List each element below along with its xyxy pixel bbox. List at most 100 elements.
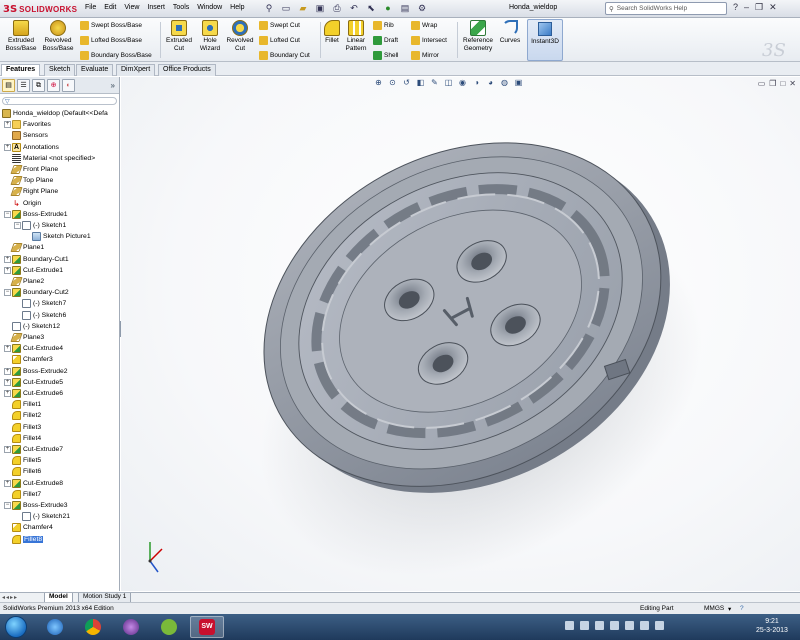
tree-item[interactable]: Chamfer4	[4, 522, 53, 533]
tree-item[interactable]: + Cut-Extrude6	[4, 388, 63, 399]
tree-item[interactable]: (-) Sketch7	[14, 298, 66, 309]
tree-item[interactable]: Fillet3	[4, 422, 41, 433]
tree-item[interactable]: Chamfer3	[4, 354, 53, 365]
tree-item[interactable]: + Cut-Extrude4	[4, 343, 63, 354]
tab-evaluate[interactable]: Evaluate	[76, 64, 114, 76]
rebuild-icon[interactable]: ●	[381, 2, 395, 15]
volume-icon[interactable]	[655, 621, 664, 630]
dimxpertmanager-tab-icon[interactable]: ⊕	[47, 78, 60, 92]
expand-toggle-icon[interactable]: +	[4, 345, 11, 352]
tree-item[interactable]: − Boss-Extrude3	[4, 500, 68, 511]
expand-toggle-icon[interactable]: −	[14, 222, 21, 229]
chrome-icon[interactable]	[76, 616, 110, 638]
rib-button[interactable]: Rib	[373, 21, 394, 30]
minimize-icon[interactable]: –	[744, 2, 749, 13]
expand-panel-icon[interactable]: »	[111, 81, 115, 90]
help-status-icon[interactable]: ?	[740, 605, 744, 612]
solidworks-logo[interactable]: 3S SOLIDWORKS	[3, 3, 77, 15]
curves-button[interactable]: Curves	[497, 20, 523, 45]
tab-office-products[interactable]: Office Products	[158, 64, 216, 76]
expand-toggle-icon[interactable]: −	[4, 502, 11, 509]
boundary-cut-button[interactable]: Boundary Cut	[259, 51, 310, 60]
menu-help[interactable]: Help	[230, 4, 244, 11]
help-icon[interactable]: ?	[733, 2, 738, 13]
mirror-button[interactable]: Mirror	[411, 51, 439, 60]
swept-cut-button[interactable]: Swept Cut	[259, 21, 300, 30]
wrap-button[interactable]: Wrap	[411, 21, 437, 30]
internet-explorer-icon[interactable]	[38, 616, 72, 638]
tray-icon[interactable]	[580, 621, 589, 630]
draft-button[interactable]: Draft	[373, 36, 398, 45]
tree-item[interactable]: − (-) Sketch1	[14, 220, 66, 231]
pin-icon[interactable]: ⚲	[262, 2, 276, 15]
expand-toggle-icon[interactable]: +	[4, 379, 11, 386]
tree-root-part[interactable]: Honda_wieldop (Default<<Defa	[2, 108, 108, 119]
tray-icon[interactable]	[595, 621, 604, 630]
tray-icon[interactable]	[565, 621, 574, 630]
menu-view[interactable]: View	[124, 4, 139, 11]
instant3d-button[interactable]: Instant3D	[527, 19, 563, 61]
reference-geometry-button[interactable]: Reference Geometry	[460, 20, 496, 52]
expand-toggle-icon[interactable]: +	[4, 121, 11, 128]
tree-item[interactable]: − Boss-Extrude1	[4, 209, 68, 220]
extruded-cut-button[interactable]: Extruded Cut	[163, 20, 195, 52]
hole-wizard-button[interactable]: Hole Wizard	[196, 20, 224, 52]
tree-item[interactable]: Front Plane	[4, 164, 58, 175]
expand-toggle-icon[interactable]: +	[4, 446, 11, 453]
tree-filter-input[interactable]: ▽	[2, 97, 117, 105]
tree-item[interactable]: Fillet8	[4, 534, 44, 545]
tree-item[interactable]: + Cut-Extrude5	[4, 377, 63, 388]
boundary-boss-button[interactable]: Boundary Boss/Base	[80, 51, 152, 60]
menu-tools[interactable]: Tools	[173, 4, 189, 11]
swept-boss-button[interactable]: Swept Boss/Base	[80, 21, 142, 30]
tree-item[interactable]: (-) Sketch21	[14, 511, 70, 522]
tree-item[interactable]: + Boss-Extrude2	[4, 366, 68, 377]
tree-item[interactable]: + Boundary-Cut1	[4, 254, 69, 265]
tree-item[interactable]: Right Plane	[4, 186, 58, 197]
media-player-icon[interactable]	[114, 616, 148, 638]
tray-icon[interactable]	[610, 621, 619, 630]
restore-icon[interactable]: ❐	[755, 2, 763, 13]
expand-toggle-icon[interactable]: −	[4, 289, 11, 296]
start-button[interactable]	[5, 616, 27, 638]
tree-item[interactable]: + Favorites	[4, 119, 51, 130]
file-properties-icon[interactable]: ▤	[398, 2, 412, 15]
intersect-button[interactable]: Intersect	[411, 36, 447, 45]
tree-item[interactable]: Sketch Picture1	[24, 231, 91, 242]
help-search-input[interactable]: ⚲ Search SolidWorks Help	[605, 2, 727, 15]
close-icon[interactable]: ✕	[769, 2, 777, 13]
tree-item[interactable]: Plane2	[4, 276, 44, 287]
tree-item[interactable]: Sensors	[4, 130, 48, 141]
tab-scroll-arrows-icon[interactable]: ◂◂▸▸	[2, 594, 18, 601]
linear-pattern-button[interactable]: Linear Pattern	[342, 20, 370, 52]
network-icon[interactable]	[640, 621, 649, 630]
tree-item[interactable]: Fillet7	[4, 489, 41, 500]
tree-item[interactable]: ↳ Origin	[4, 198, 41, 209]
select-icon[interactable]: ⬉	[364, 2, 378, 15]
expand-toggle-icon[interactable]: +	[4, 480, 11, 487]
tree-item[interactable]: + Cut-Extrude7	[4, 444, 63, 455]
tab-dimxpert[interactable]: DimXpert	[116, 64, 156, 76]
tray-icon[interactable]	[625, 621, 634, 630]
expand-toggle-icon[interactable]: +	[4, 144, 11, 151]
new-document-icon[interactable]: ▭	[279, 2, 293, 15]
extruded-boss-button[interactable]: Extruded Boss/Base	[3, 20, 39, 52]
undo-icon[interactable]: ↶	[347, 2, 361, 15]
revolved-boss-button[interactable]: Revolved Boss/Base	[40, 20, 76, 52]
tree-item[interactable]: Plane3	[4, 332, 44, 343]
menu-file[interactable]: File	[85, 4, 96, 11]
tree-item[interactable]: + Cut-Extrude1	[4, 265, 63, 276]
tab-sketch[interactable]: Sketch	[44, 64, 76, 76]
expand-toggle-icon[interactable]: +	[4, 368, 11, 375]
model-hubcap[interactable]	[121, 77, 800, 591]
tree-item[interactable]: + A Annotations	[4, 142, 59, 153]
displaymanager-tab-icon[interactable]: ◐	[62, 78, 75, 92]
open-icon[interactable]: ▰	[296, 2, 310, 15]
graphics-area[interactable]: ⊕ ⊙ ↺ ◧ ✎ ◫ ◉ ◑ ◕ ◍ ▣ ▭ ❐ □ ✕	[121, 77, 800, 591]
tab-features[interactable]: Features	[1, 64, 41, 76]
propertymanager-tab-icon[interactable]: ☰	[17, 78, 30, 92]
tree-item[interactable]: Fillet6	[4, 466, 41, 477]
lofted-boss-button[interactable]: Lofted Boss/Base	[80, 36, 142, 45]
lofted-cut-button[interactable]: Lofted Cut	[259, 36, 300, 45]
tree-item[interactable]: Fillet2	[4, 410, 41, 421]
